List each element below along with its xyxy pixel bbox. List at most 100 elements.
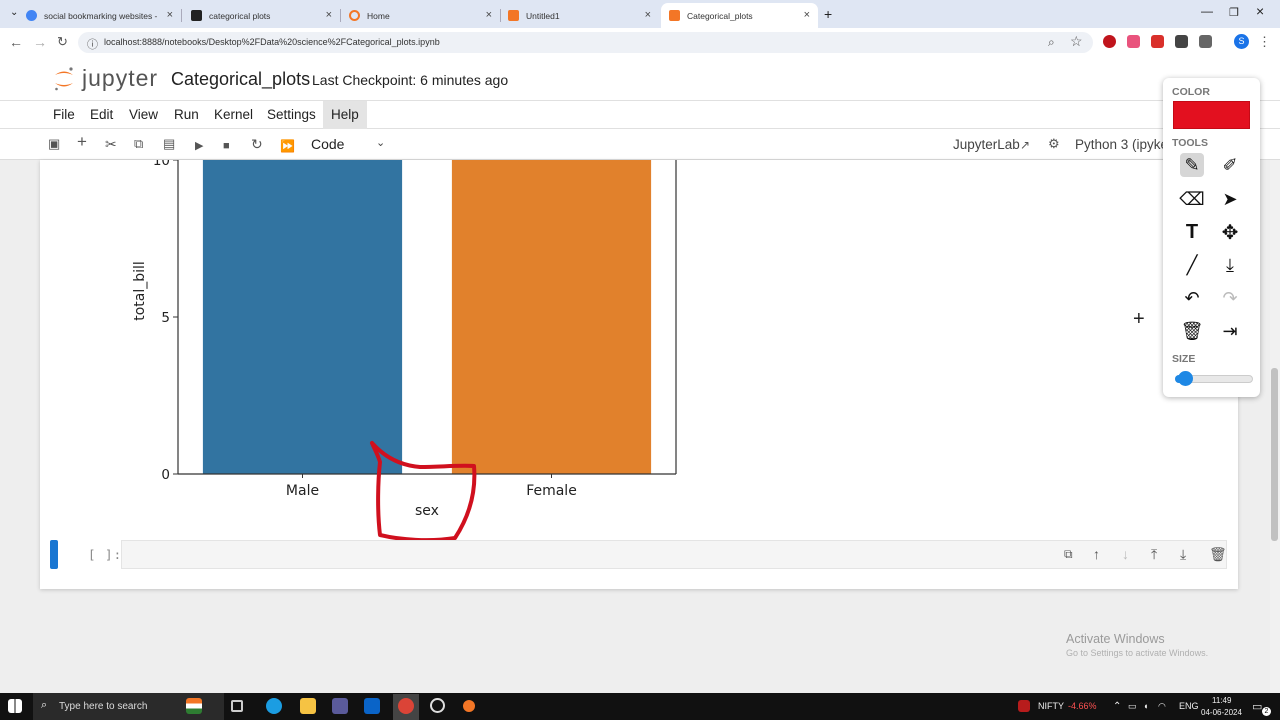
stop-icon[interactable]: ■ xyxy=(223,138,230,154)
active-cell-marker xyxy=(50,540,58,569)
store-icon[interactable] xyxy=(332,698,348,714)
ticker-change: -4.66% xyxy=(1068,701,1097,711)
file-explorer-icon[interactable] xyxy=(300,698,316,714)
chevron-down-icon[interactable]: ⌄ xyxy=(376,136,385,149)
tab-2[interactable]: categorical plots × xyxy=(185,3,341,28)
run-icon[interactable]: ▶ xyxy=(195,138,203,154)
recorder-icon[interactable] xyxy=(430,698,445,713)
notification-icon[interactable]: ▭ xyxy=(1252,700,1262,713)
tab-title: Categorical_plots xyxy=(687,10,753,21)
back-icon[interactable]: ← xyxy=(9,34,23,50)
color-swatch[interactable] xyxy=(1173,101,1250,129)
tab-5-active[interactable]: Categorical_plots × xyxy=(661,3,818,28)
paste-icon[interactable]: ▤ xyxy=(163,136,175,152)
site-info-icon[interactable]: ⓘ xyxy=(87,36,98,52)
show-hidden-icons-icon[interactable]: ⌃ xyxy=(1113,701,1121,712)
line-icon[interactable]: ╱ xyxy=(1180,253,1204,277)
jupyterlab-link[interactable]: JupyterLab xyxy=(953,137,1020,152)
new-tab-button[interactable]: + xyxy=(824,6,832,22)
extension-icon[interactable] xyxy=(1175,35,1188,48)
menu-help[interactable]: Help xyxy=(331,107,359,122)
edge-icon[interactable] xyxy=(266,698,282,714)
close-icon[interactable]: × xyxy=(804,9,810,21)
close-window-icon[interactable]: × xyxy=(1256,3,1264,19)
kernel-name[interactable]: Python 3 (ipyke xyxy=(1075,137,1168,152)
cell-type-dropdown[interactable]: Code xyxy=(311,136,344,152)
google-icon xyxy=(26,10,37,21)
trash-icon[interactable]: 🗑 xyxy=(1180,319,1204,343)
copy-icon[interactable]: ⧉ xyxy=(134,136,143,152)
delete-cell-icon[interactable]: 🗑 xyxy=(1209,546,1227,563)
pen-extension-icon[interactable] xyxy=(1151,35,1164,48)
tab-title: categorical plots xyxy=(209,10,271,21)
browser-menu-icon[interactable]: ⋮ xyxy=(1258,34,1271,50)
menu-run[interactable]: Run xyxy=(174,107,199,122)
tools-label: TOOLS xyxy=(1172,137,1208,149)
tab-4[interactable]: Untitled1 × xyxy=(502,3,659,28)
weather-icon[interactable] xyxy=(186,698,202,714)
extensions-puzzle-icon[interactable] xyxy=(1199,35,1212,48)
download-icon[interactable]: ⤓ xyxy=(1218,253,1242,277)
move-up-icon[interactable]: ↑ xyxy=(1093,546,1100,562)
kernel-settings-icon[interactable]: ⚙ xyxy=(1048,136,1060,152)
menu-kernel[interactable]: Kernel xyxy=(214,107,253,122)
language-indicator[interactable]: ENG xyxy=(1179,701,1199,711)
menu-settings[interactable]: Settings xyxy=(267,107,316,122)
clock-date[interactable]: 04-06-2024 xyxy=(1201,708,1242,717)
close-icon[interactable]: × xyxy=(645,9,651,21)
size-slider-knob[interactable] xyxy=(1178,371,1193,386)
close-icon[interactable]: × xyxy=(486,9,492,21)
exit-icon[interactable]: ⇥ xyxy=(1218,319,1242,343)
extension-icon[interactable] xyxy=(1127,35,1140,48)
move-down-icon[interactable]: ↓ xyxy=(1122,546,1129,562)
task-view-icon[interactable] xyxy=(231,700,243,712)
move-icon[interactable]: ✥ xyxy=(1218,220,1242,244)
windows-start-icon[interactable] xyxy=(8,699,22,713)
color-label: COLOR xyxy=(1172,86,1210,98)
profile-avatar[interactable]: S xyxy=(1234,34,1249,49)
undo-icon[interactable]: ↶ xyxy=(1180,286,1204,310)
minimize-icon[interactable]: — xyxy=(1201,4,1213,18)
speaker-icon[interactable]: ◖ xyxy=(1143,701,1148,711)
add-cell-icon[interactable]: + xyxy=(77,133,87,150)
redo-icon[interactable]: ↷ xyxy=(1218,286,1242,310)
menu-edit[interactable]: Edit xyxy=(90,107,113,122)
clock-time[interactable]: 11:49 xyxy=(1212,696,1231,705)
jupyter-taskbar-icon[interactable] xyxy=(463,700,475,712)
y-tick-label: 5 xyxy=(161,310,170,326)
notebook-title[interactable]: Categorical_plots xyxy=(171,69,310,90)
text-icon[interactable]: T xyxy=(1180,220,1204,244)
jupyter-logo-icon[interactable] xyxy=(53,66,75,92)
tab-3[interactable]: Home × xyxy=(343,3,501,28)
pen-icon[interactable]: ✎ xyxy=(1180,153,1204,177)
tab-search-icon[interactable]: ⌄ xyxy=(10,7,18,18)
code-cell-input[interactable] xyxy=(121,540,1227,569)
duplicate-cell-icon[interactable]: ⧉ xyxy=(1064,547,1073,562)
highlighter-icon[interactable]: ✐ xyxy=(1218,153,1242,177)
forward-icon[interactable]: → xyxy=(33,34,47,50)
restart-icon[interactable]: ↻ xyxy=(251,136,263,152)
bookmark-star-icon[interactable]: ☆ xyxy=(1070,33,1083,50)
save-icon[interactable]: ▣ xyxy=(48,136,60,152)
close-icon[interactable]: × xyxy=(326,9,332,21)
scrollbar-thumb[interactable] xyxy=(1271,368,1278,541)
tab-1[interactable]: social bookmarking websites - × xyxy=(26,3,182,28)
extension-icon[interactable] xyxy=(1103,35,1116,48)
wifi-icon[interactable]: ◠ xyxy=(1158,701,1166,712)
mail-icon[interactable] xyxy=(364,698,380,714)
restore-icon[interactable]: ❐ xyxy=(1229,6,1239,19)
insert-above-icon[interactable]: ⤒ xyxy=(1151,546,1157,563)
menu-view[interactable]: View xyxy=(129,107,158,122)
zoom-icon[interactable]: ⌕ xyxy=(1048,35,1055,50)
reload-icon[interactable]: ↻ xyxy=(57,34,68,50)
pointer-icon[interactable]: ➤ xyxy=(1218,187,1242,211)
jupyter-wordmark: jupyter xyxy=(82,65,159,91)
restart-run-all-icon[interactable]: ⏩ xyxy=(280,138,295,154)
network-icon[interactable]: ▭ xyxy=(1128,701,1137,712)
menu-file[interactable]: File xyxy=(53,107,75,122)
chrome-icon[interactable] xyxy=(398,698,414,714)
insert-below-icon[interactable]: ⤓ xyxy=(1180,546,1186,563)
close-icon[interactable]: × xyxy=(167,9,173,21)
eraser-icon[interactable]: ⌫ xyxy=(1179,187,1204,211)
cut-icon[interactable]: ✂ xyxy=(105,136,117,152)
